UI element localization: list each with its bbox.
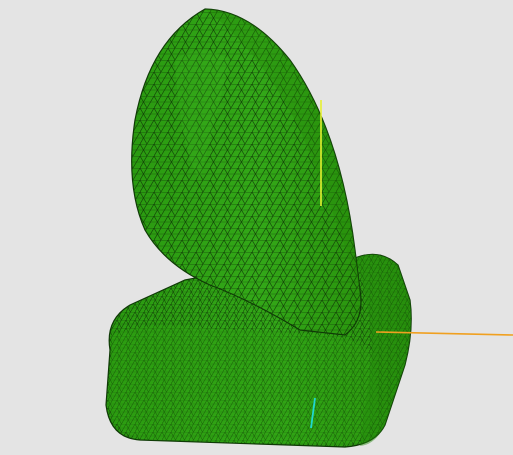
mesh-scene[interactable] xyxy=(0,0,513,455)
base-front-face xyxy=(108,325,378,445)
3d-viewport[interactable] xyxy=(0,0,513,455)
mesh-upper-lobe[interactable] xyxy=(131,8,362,336)
